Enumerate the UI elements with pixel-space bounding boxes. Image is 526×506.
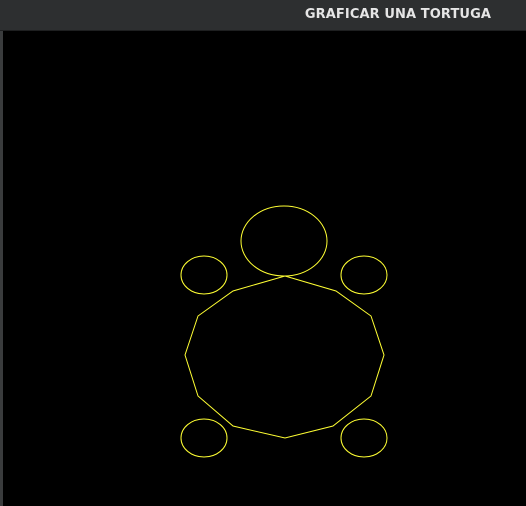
turtle-shell [184,275,385,439]
title-bar[interactable]: GRAFICAR UNA TORTUGA [0,0,526,31]
turtle-front-left-leg [180,255,228,295]
turtle-back-right-leg [340,418,388,458]
window-title: GRAFICAR UNA TORTUGA [304,7,491,22]
turtle-head [240,205,328,277]
drawing-canvas [3,31,526,506]
turtle-drawing [180,205,388,458]
app-window: GRAFICAR UNA TORTUGA [0,0,526,506]
turtle-front-right-leg [340,255,388,295]
turtle-back-left-leg [180,418,228,458]
